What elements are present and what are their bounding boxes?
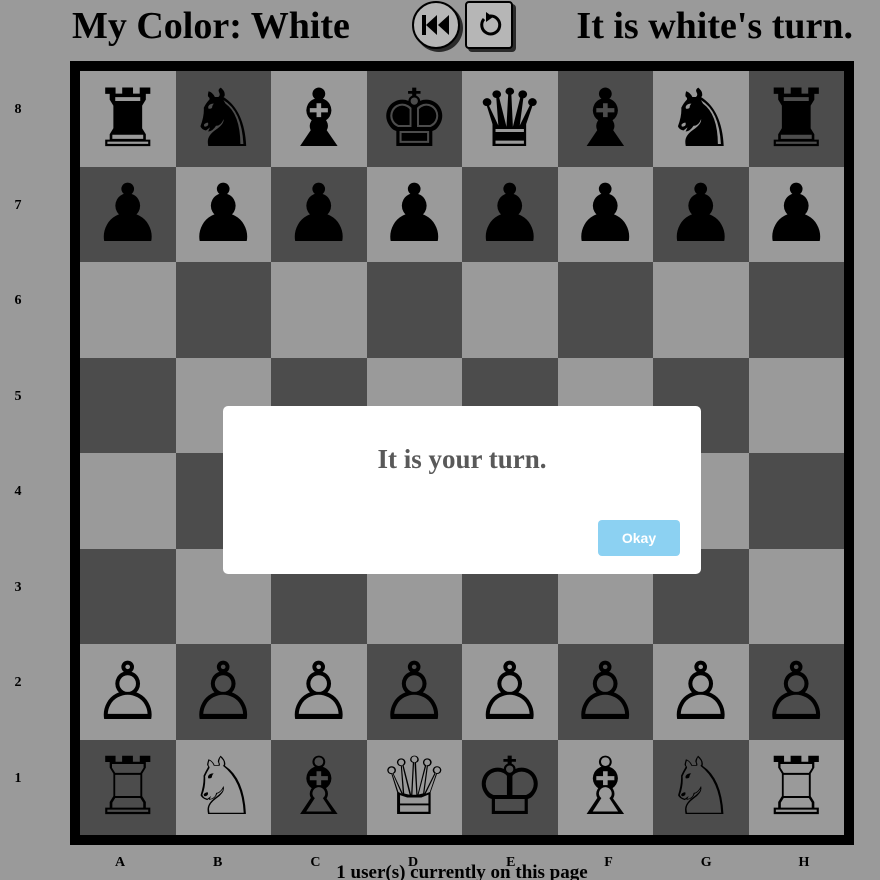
square-a1[interactable]: ♖ [80, 739, 176, 835]
square-a8[interactable]: ♜ [80, 71, 176, 167]
my-color-label: My Color: White [72, 5, 350, 47]
white-pawn-icon[interactable]: ♙ [569, 651, 641, 732]
square-a7[interactable]: ♟ [80, 166, 176, 262]
rank-label-5: 5 [14, 388, 22, 404]
skip-to-start-icon [422, 15, 449, 35]
turn-dialog: It is your turn. Okay [223, 406, 701, 574]
rank-label-8: 8 [14, 102, 22, 117]
rank-label-4: 4 [14, 484, 22, 499]
square-c1[interactable]: ♗ [271, 739, 367, 835]
white-pawn-icon[interactable]: ♙ [378, 651, 450, 732]
white-pawn-icon[interactable]: ♙ [760, 651, 832, 732]
square-c2[interactable]: ♙ [271, 644, 367, 740]
square-c7[interactable]: ♟ [271, 166, 367, 262]
white-pawn-icon[interactable]: ♙ [92, 651, 164, 732]
square-e7[interactable]: ♟ [462, 166, 558, 262]
rotate-icon [480, 12, 502, 36]
square-h2[interactable]: ♙ [748, 644, 844, 740]
white-knight-icon[interactable]: ♘ [187, 747, 259, 827]
square-a5[interactable] [80, 357, 176, 453]
black-bishop-icon[interactable]: ♝ [569, 78, 641, 159]
square-f8[interactable]: ♝ [557, 71, 653, 167]
square-g8[interactable]: ♞ [653, 71, 749, 167]
black-bishop-icon[interactable]: ♝ [283, 78, 355, 159]
black-pawn-icon[interactable]: ♟ [760, 174, 832, 254]
square-h8[interactable]: ♜ [748, 71, 844, 167]
reset-button[interactable] [465, 1, 513, 49]
square-h3[interactable] [748, 548, 844, 644]
square-h5[interactable] [748, 357, 844, 453]
square-e2[interactable]: ♙ [462, 644, 558, 740]
square-d1[interactable]: ♕ [366, 739, 462, 835]
square-b8[interactable]: ♞ [175, 71, 271, 167]
square-b6[interactable] [175, 262, 271, 358]
black-pawn-icon[interactable]: ♟ [92, 174, 164, 254]
rank-label-7: 7 [14, 197, 22, 213]
square-h7[interactable]: ♟ [748, 166, 844, 262]
white-rook-icon[interactable]: ♖ [92, 747, 164, 827]
square-b7[interactable]: ♟ [175, 166, 271, 262]
rank-label-1: 1 [14, 770, 22, 786]
square-b1[interactable]: ♘ [175, 739, 271, 835]
black-pawn-icon[interactable]: ♟ [665, 174, 737, 254]
square-a4[interactable] [80, 453, 176, 549]
square-f1[interactable]: ♗ [557, 739, 653, 835]
square-c6[interactable] [271, 262, 367, 358]
white-rook-icon[interactable]: ♖ [760, 747, 832, 827]
white-pawn-icon[interactable]: ♙ [474, 651, 546, 732]
square-e1[interactable]: ♔ [462, 739, 558, 835]
square-e8[interactable]: ♛ [462, 71, 558, 167]
white-king-icon[interactable]: ♔ [474, 747, 546, 827]
turn-status: It is white's turn. [576, 5, 853, 47]
square-h4[interactable] [748, 453, 844, 549]
black-king-icon[interactable]: ♚ [378, 78, 450, 159]
square-g7[interactable]: ♟ [653, 166, 749, 262]
square-d2[interactable]: ♙ [366, 644, 462, 740]
white-pawn-icon[interactable]: ♙ [187, 651, 259, 732]
square-h6[interactable] [748, 262, 844, 358]
black-pawn-icon[interactable]: ♟ [378, 174, 450, 254]
black-rook-icon[interactable]: ♜ [92, 78, 164, 159]
square-a3[interactable] [80, 548, 176, 644]
square-b2[interactable]: ♙ [175, 644, 271, 740]
black-pawn-icon[interactable]: ♟ [283, 174, 355, 254]
black-queen-icon[interactable]: ♛ [474, 78, 546, 159]
square-e6[interactable] [462, 262, 558, 358]
rank-label-3: 3 [14, 579, 22, 595]
black-pawn-icon[interactable]: ♟ [474, 174, 546, 254]
square-a6[interactable] [80, 262, 176, 358]
black-pawn-icon[interactable]: ♟ [187, 174, 259, 254]
black-knight-icon[interactable]: ♞ [187, 78, 259, 159]
square-c8[interactable]: ♝ [271, 71, 367, 167]
rank-label-2: 2 [14, 675, 22, 690]
square-g2[interactable]: ♙ [653, 644, 749, 740]
okay-button[interactable]: Okay [598, 520, 680, 556]
white-pawn-icon[interactable]: ♙ [665, 651, 737, 732]
square-f6[interactable] [557, 262, 653, 358]
square-h1[interactable]: ♖ [748, 739, 844, 835]
square-g1[interactable]: ♘ [653, 739, 749, 835]
black-pawn-icon[interactable]: ♟ [569, 174, 641, 254]
first-move-button[interactable] [412, 1, 460, 49]
white-pawn-icon[interactable]: ♙ [283, 651, 355, 732]
black-knight-icon[interactable]: ♞ [665, 78, 737, 159]
white-bishop-icon[interactable]: ♗ [569, 747, 641, 827]
white-queen-icon[interactable]: ♕ [378, 747, 450, 827]
square-d8[interactable]: ♚ [366, 71, 462, 167]
users-online-text: 1 user(s) currently on this page [336, 862, 588, 880]
square-a2[interactable]: ♙ [80, 644, 176, 740]
black-rook-icon[interactable]: ♜ [760, 78, 832, 159]
square-g6[interactable] [653, 262, 749, 358]
square-d6[interactable] [366, 262, 462, 358]
square-d7[interactable]: ♟ [366, 166, 462, 262]
dialog-message: It is your turn. [377, 444, 547, 474]
white-knight-icon[interactable]: ♘ [665, 747, 737, 827]
rank-label-6: 6 [14, 293, 22, 308]
square-f2[interactable]: ♙ [557, 644, 653, 740]
white-bishop-icon[interactable]: ♗ [283, 747, 355, 827]
square-f7[interactable]: ♟ [557, 166, 653, 262]
